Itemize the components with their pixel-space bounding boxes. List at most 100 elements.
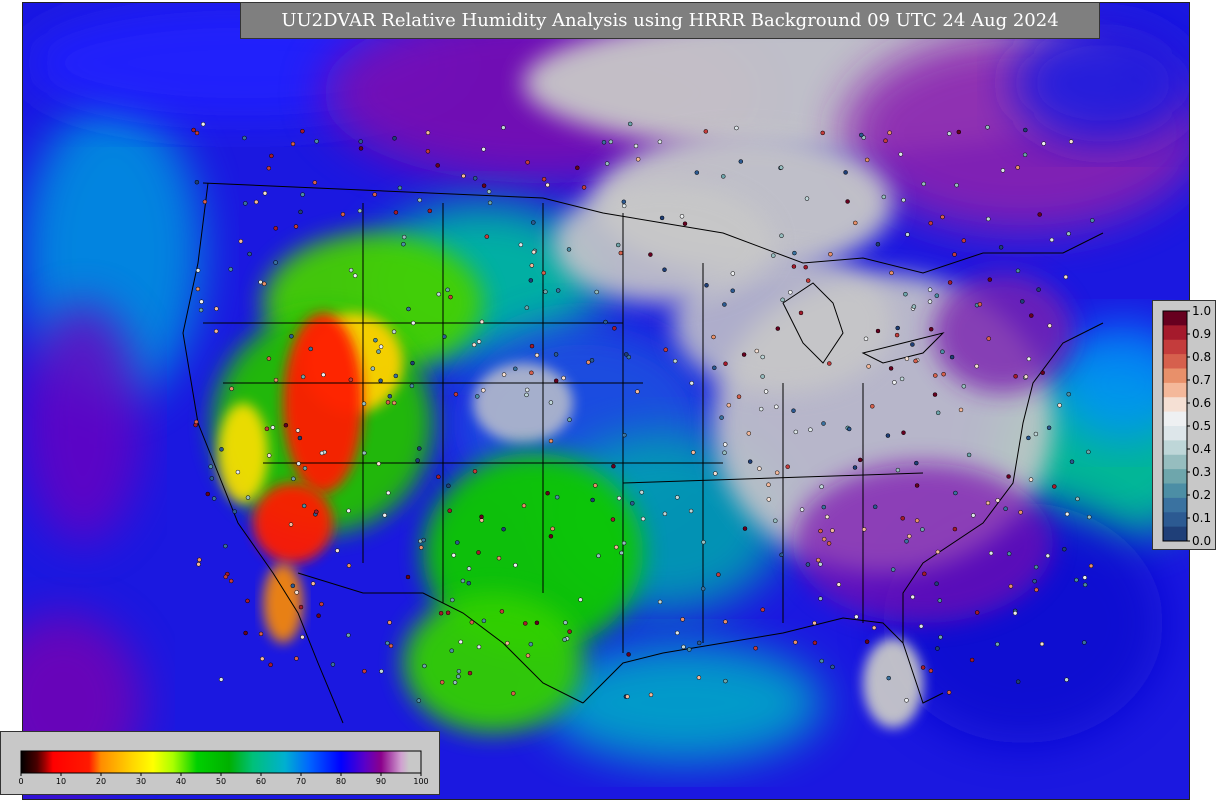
station-marker: [722, 302, 727, 307]
rh-tick-label: 30: [136, 777, 146, 786]
ob-colorbar-swatch: [1163, 512, 1187, 528]
station-marker: [614, 544, 619, 550]
ob-colorbar-ticks: 1.0 0.9 0.8 0.7 0.6 0.5 0.4 0.3 0.2 0.1 0.0: [1187, 304, 1211, 548]
station-marker: [604, 161, 610, 166]
station-marker: [713, 471, 718, 476]
station-marker: [393, 373, 399, 379]
station-marker: [830, 664, 835, 670]
station-marker: [818, 528, 823, 534]
station-marker: [372, 192, 377, 197]
ob-tick-label: 0.8: [1192, 350, 1211, 364]
station-marker: [903, 291, 908, 297]
station-marker: [616, 495, 622, 501]
station-marker: [946, 690, 952, 695]
station-marker: [566, 247, 572, 252]
station-marker: [626, 652, 631, 657]
rh-tick-label: 20: [96, 777, 106, 786]
station-marker: [513, 366, 518, 372]
station-marker: [575, 165, 580, 171]
station-marker: [205, 491, 211, 497]
station-marker: [266, 453, 272, 458]
station-marker: [1013, 374, 1018, 379]
station-marker: [264, 426, 270, 432]
station-marker: [914, 460, 919, 466]
pacific-purple-area: [23, 303, 143, 543]
station-marker: [531, 249, 537, 255]
rh-tick-label: 40: [176, 777, 186, 786]
station-marker: [736, 394, 742, 399]
south-texas-green: [403, 593, 583, 733]
station-marker: [548, 400, 554, 405]
station-marker: [995, 641, 1000, 647]
ob-tick-label: 0.0: [1192, 534, 1211, 548]
station-marker: [300, 192, 305, 197]
station-marker: [348, 267, 354, 273]
station-marker: [805, 278, 811, 283]
station-marker: [446, 483, 451, 489]
station-marker: [742, 526, 748, 531]
station-marker: [543, 289, 548, 294]
station-marker: [961, 238, 967, 243]
station-marker: [479, 514, 484, 520]
station-marker: [803, 264, 808, 270]
station-marker: [821, 421, 826, 426]
station-marker: [501, 526, 506, 532]
station-marker: [1036, 287, 1041, 292]
station-marker: [589, 358, 595, 363]
station-marker: [928, 668, 934, 674]
map-title: UU2DVAR Relative Humidity Analysis using…: [240, 2, 1100, 39]
station-marker: [608, 139, 614, 145]
station-marker: [370, 366, 376, 371]
station-marker: [949, 354, 955, 360]
station-marker: [900, 516, 905, 521]
station-marker: [828, 251, 833, 257]
station-marker: [501, 372, 507, 377]
station-marker: [763, 389, 769, 394]
ob-tick-label: 0.4: [1192, 442, 1211, 456]
station-marker: [373, 337, 378, 343]
station-marker: [624, 352, 629, 357]
station-marker: [258, 279, 263, 285]
station-marker: [243, 630, 248, 636]
station-marker: [266, 165, 272, 171]
station-marker: [766, 497, 772, 502]
station-marker: [635, 157, 641, 162]
station-marker: [223, 543, 228, 549]
station-marker: [475, 394, 480, 399]
station-marker: [467, 670, 473, 676]
station-marker: [1039, 641, 1045, 647]
ob-colorbar-swatch: [1163, 354, 1187, 369]
station-marker: [791, 264, 797, 269]
station-marker: [200, 121, 206, 127]
station-marker: [1015, 679, 1021, 684]
station-marker: [214, 306, 219, 311]
station-marker: [346, 563, 352, 568]
station-marker: [283, 422, 289, 428]
station-marker: [391, 329, 397, 334]
station-marker: [418, 545, 424, 550]
station-marker: [561, 375, 566, 381]
station-marker: [757, 466, 762, 471]
station-marker: [885, 433, 891, 438]
station-marker: [941, 371, 946, 377]
station-marker: [528, 278, 534, 283]
station-marker: [245, 598, 250, 604]
station-marker: [346, 632, 351, 638]
rh-colorbar: 0 10 20 30 40 50 60 70 80 90 100: [0, 731, 440, 795]
station-marker: [525, 160, 530, 165]
station-marker: [722, 450, 727, 455]
station-marker: [450, 597, 455, 603]
station-marker: [401, 241, 406, 247]
station-marker: [889, 270, 894, 276]
station-marker: [852, 465, 858, 470]
station-marker: [830, 528, 835, 533]
station-marker: [791, 408, 796, 413]
ob-colorbar-swatch: [1163, 382, 1187, 398]
station-marker: [386, 490, 391, 496]
station-marker: [610, 517, 616, 522]
station-marker: [436, 474, 441, 480]
station-marker: [529, 370, 534, 376]
station-marker: [445, 287, 450, 293]
humidity-field: [23, 3, 1189, 799]
ob-colorbar-swatch: [1163, 325, 1187, 341]
